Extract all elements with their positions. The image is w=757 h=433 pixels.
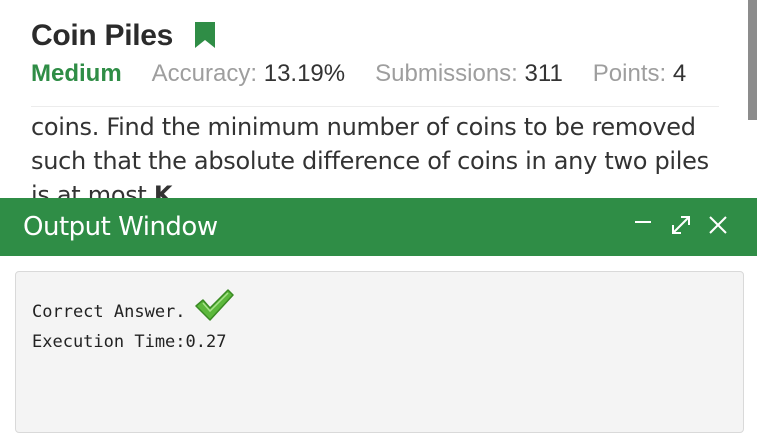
difficulty-badge: Medium [31, 60, 122, 87]
result-line: Correct Answer. [32, 289, 234, 327]
minimize-icon[interactable] [628, 206, 658, 236]
result-text: Correct Answer. [32, 301, 186, 322]
accuracy-value: 13.19% [263, 60, 346, 87]
problem-title: Coin Piles [31, 18, 174, 52]
submissions-stat: Submissions: 311 [375, 60, 563, 88]
points-value: 4 [672, 60, 687, 87]
expand-icon[interactable] [666, 210, 696, 240]
submissions-label: Submissions: [375, 60, 518, 87]
submissions-value: 311 [524, 60, 563, 87]
checkmark-icon [194, 288, 234, 327]
page-scrollbar[interactable] [748, 0, 757, 120]
output-console: Correct Answer. Execution Time:0.27 [15, 271, 744, 433]
header-divider [31, 106, 719, 107]
output-window-header: Output Window [0, 198, 757, 256]
execution-time-line: Execution Time:0.27 [32, 332, 227, 352]
output-window-title: Output Window [23, 212, 218, 242]
problem-text-line: coins. Find the minimum number of coins … [31, 113, 696, 141]
points-label: Points: [592, 60, 667, 87]
problem-statement: coins. Find the minimum number of coins … [31, 110, 731, 212]
problem-header: Coin Piles [31, 18, 216, 53]
close-icon[interactable] [703, 210, 733, 240]
accuracy-label: Accuracy: [151, 60, 258, 87]
problem-text-line: such that the absolute difference of coi… [31, 147, 709, 175]
bookmark-icon[interactable] [195, 22, 216, 53]
points-stat: Points: 4 [593, 60, 686, 88]
accuracy-stat: Accuracy: 13.19% [152, 60, 345, 88]
problem-meta: Medium Accuracy: 13.19% Submissions: 311… [31, 60, 686, 88]
